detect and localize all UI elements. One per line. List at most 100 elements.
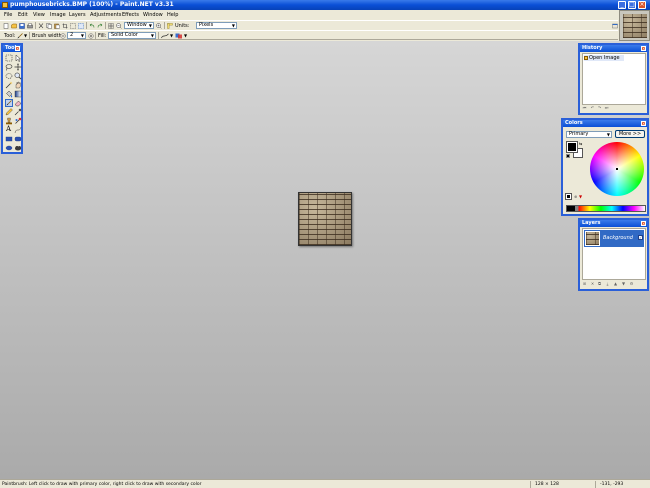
- add-color-icon[interactable]: ⊕: [574, 194, 577, 199]
- layer-row[interactable]: Background ✓: [584, 230, 644, 247]
- image-thumbnail[interactable]: [619, 10, 650, 41]
- move-layer-up-icon[interactable]: ▲: [613, 281, 618, 286]
- menu-window[interactable]: Window: [143, 12, 163, 18]
- reset-colors-icon[interactable]: [566, 154, 570, 158]
- menu-help[interactable]: Help: [167, 12, 178, 18]
- zoom-out-icon[interactable]: [116, 23, 122, 29]
- chevron-down-icon[interactable]: ▼: [579, 194, 582, 199]
- primary-color-swatch[interactable]: [566, 141, 578, 153]
- magic-wand-icon[interactable]: [5, 81, 13, 89]
- chevron-down-icon[interactable]: ▼: [24, 33, 27, 38]
- add-layer-icon[interactable]: ⊞: [582, 281, 587, 286]
- pencil-icon[interactable]: [5, 108, 13, 116]
- menu-adjustments[interactable]: Adjustments: [90, 12, 121, 18]
- gradient-icon[interactable]: [14, 90, 22, 98]
- move-selected-icon[interactable]: [14, 63, 22, 71]
- eraser-icon[interactable]: [14, 99, 22, 107]
- copy-icon[interactable]: [46, 23, 52, 29]
- grid-icon[interactable]: [108, 23, 114, 29]
- chevron-down-icon[interactable]: ▼: [170, 33, 173, 38]
- menu-view[interactable]: View: [33, 12, 45, 18]
- layers-palette-title[interactable]: Layers: [580, 220, 647, 227]
- history-palette-title[interactable]: History: [580, 45, 647, 52]
- clone-stamp-icon[interactable]: [5, 117, 13, 125]
- palette-primary-mini-icon[interactable]: [565, 193, 572, 200]
- undo-icon[interactable]: [89, 23, 95, 29]
- color-mode-dropdown[interactable]: Primary ▼: [566, 131, 612, 138]
- paintbrush-tool[interactable]: [5, 99, 13, 107]
- lasso-select-icon[interactable]: [5, 63, 13, 71]
- pan-tool-icon[interactable]: [14, 81, 22, 89]
- menu-file[interactable]: File: [4, 12, 12, 18]
- increase-width-icon[interactable]: [88, 33, 94, 39]
- open-icon[interactable]: [11, 23, 17, 29]
- image-canvas[interactable]: [298, 192, 352, 246]
- delete-layer-icon[interactable]: ✕: [590, 281, 595, 286]
- menu-edit[interactable]: Edit: [18, 12, 28, 18]
- zoom-in-icon[interactable]: [156, 23, 162, 29]
- paste-icon[interactable]: [54, 23, 60, 29]
- swap-colors-icon[interactable]: ⇆: [579, 141, 582, 146]
- new-icon[interactable]: [3, 23, 9, 29]
- move-selection-icon[interactable]: [14, 54, 22, 62]
- color-picker-icon[interactable]: [14, 108, 22, 116]
- decrease-width-icon[interactable]: [60, 33, 66, 39]
- zoom-dropdown[interactable]: Window ▼: [124, 22, 154, 29]
- rectangle-select-icon[interactable]: [5, 54, 13, 62]
- recolor-icon[interactable]: [14, 117, 22, 125]
- minimize-button[interactable]: _: [618, 1, 626, 9]
- maximize-button[interactable]: □: [628, 1, 636, 9]
- more-colors-button[interactable]: More >>: [615, 130, 645, 138]
- menu-image[interactable]: Image: [50, 12, 66, 18]
- rectangle-icon[interactable]: [5, 135, 13, 143]
- history-palette-close-button[interactable]: ×: [641, 46, 646, 51]
- layers-list[interactable]: Background ✓: [582, 228, 646, 280]
- duplicate-layer-icon[interactable]: ⧉: [597, 281, 602, 286]
- redo-icon[interactable]: [97, 23, 103, 29]
- rulers-icon[interactable]: [167, 23, 173, 29]
- paintbrush-icon[interactable]: [17, 33, 23, 39]
- move-layer-down-icon[interactable]: ▼: [621, 281, 626, 286]
- tools-palette-close-button[interactable]: ×: [15, 46, 20, 51]
- fill-dropdown[interactable]: Solid Color ▼: [108, 32, 156, 39]
- rounded-rectangle-icon[interactable]: [14, 135, 22, 143]
- paint-bucket-icon[interactable]: [5, 90, 13, 98]
- print-icon[interactable]: [27, 23, 33, 29]
- window-title: pumphousebricks.BMP (100%) - Paint.NET v…: [10, 1, 174, 8]
- history-list[interactable]: Open Image: [582, 53, 646, 105]
- save-icon[interactable]: [19, 23, 25, 29]
- redo-icon[interactable]: ↷: [597, 105, 602, 110]
- freeform-shape-icon[interactable]: [14, 144, 22, 152]
- menu-layers[interactable]: Layers: [69, 12, 86, 18]
- zoom-tool-icon[interactable]: [14, 72, 22, 80]
- brush-width-input[interactable]: 2 ▼: [67, 32, 86, 39]
- ellipse-select-icon[interactable]: [5, 72, 13, 80]
- title-bar[interactable]: pumphousebricks.BMP (100%) - Paint.NET v…: [0, 0, 650, 10]
- blend-mode-icon[interactable]: [175, 33, 183, 39]
- ellipse-icon[interactable]: [5, 144, 13, 152]
- layer-properties-icon[interactable]: ⚙: [629, 281, 634, 286]
- close-button[interactable]: ×: [638, 1, 646, 9]
- deselect-icon[interactable]: [70, 23, 76, 29]
- history-item[interactable]: Open Image: [584, 55, 624, 61]
- colors-palette-close-button[interactable]: ×: [641, 121, 646, 126]
- fast-forward-icon[interactable]: ⏭: [604, 105, 609, 110]
- palettes-toggle-icon[interactable]: [612, 23, 618, 29]
- layers-palette-close-button[interactable]: ×: [641, 221, 646, 226]
- select-all-icon[interactable]: [78, 23, 84, 29]
- undo-icon[interactable]: ↶: [590, 105, 595, 110]
- merge-layer-icon[interactable]: ⤓: [605, 281, 610, 286]
- crop-icon[interactable]: [62, 23, 68, 29]
- menu-effects[interactable]: Effects: [122, 12, 139, 18]
- layer-visibility-checkbox[interactable]: ✓: [638, 235, 643, 240]
- colors-palette-title[interactable]: Colors: [563, 120, 647, 127]
- antialiasing-icon[interactable]: [161, 33, 169, 39]
- units-dropdown[interactable]: Pixels ▼: [196, 22, 237, 29]
- cut-icon[interactable]: [38, 23, 44, 29]
- canvas-workspace[interactable]: [0, 41, 650, 479]
- chevron-down-icon[interactable]: ▼: [184, 33, 187, 38]
- line-curve-icon[interactable]: [14, 126, 22, 134]
- text-tool-icon[interactable]: A: [6, 125, 14, 133]
- color-palette-strip[interactable]: [566, 205, 646, 212]
- rewind-icon[interactable]: ⏮: [582, 105, 587, 110]
